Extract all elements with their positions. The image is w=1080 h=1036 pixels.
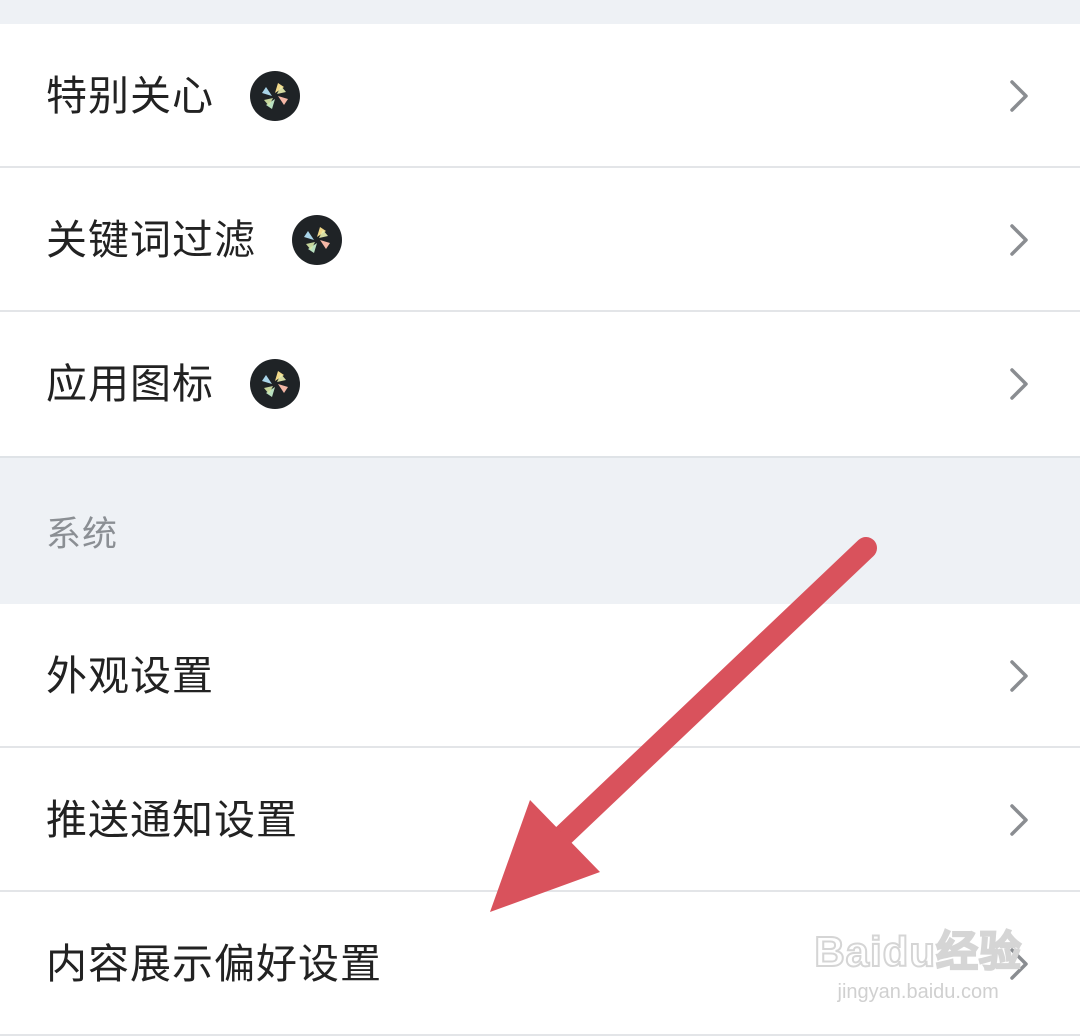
chevron-right-icon — [1010, 660, 1028, 692]
pinwheel-badge-icon — [250, 359, 300, 409]
settings-item-label: 外观设置 — [46, 651, 214, 700]
pinwheel-badge-icon — [250, 71, 300, 121]
section-header-system: 系统 — [0, 456, 1080, 604]
top-spacer — [0, 0, 1080, 24]
chevron-right-icon — [1010, 368, 1028, 400]
settings-item-app-icon[interactable]: 应用图标 — [0, 312, 1080, 456]
settings-item-label: 内容展示偏好设置 — [46, 939, 382, 988]
settings-item-label: 关键词过滤 — [46, 215, 256, 264]
section-title: 系统 — [46, 514, 119, 555]
chevron-right-icon — [1010, 224, 1028, 256]
settings-item-keyword-filter[interactable]: 关键词过滤 — [0, 168, 1080, 312]
settings-item-special-care[interactable]: 特别关心 — [0, 24, 1080, 168]
settings-item-label: 推送通知设置 — [46, 795, 298, 844]
settings-screen: 特别关心 关键词过滤 应用图标 系统 外观设置 推送通知设置 内容展示偏好设置 … — [0, 0, 1080, 1036]
settings-item-appearance[interactable]: 外观设置 — [0, 604, 1080, 748]
pinwheel-badge-icon — [292, 215, 342, 265]
chevron-right-icon — [1010, 80, 1028, 112]
settings-item-content-display-preferences[interactable]: 内容展示偏好设置 — [0, 892, 1080, 1036]
settings-item-label: 应用图标 — [46, 359, 214, 408]
chevron-right-icon — [1010, 804, 1028, 836]
chevron-right-icon — [1010, 948, 1028, 980]
premium-settings-group: 特别关心 关键词过滤 应用图标 — [0, 24, 1080, 456]
settings-item-label: 特别关心 — [46, 71, 214, 120]
settings-item-push-notifications[interactable]: 推送通知设置 — [0, 748, 1080, 892]
system-settings-group: 外观设置 推送通知设置 内容展示偏好设置 — [0, 604, 1080, 1036]
